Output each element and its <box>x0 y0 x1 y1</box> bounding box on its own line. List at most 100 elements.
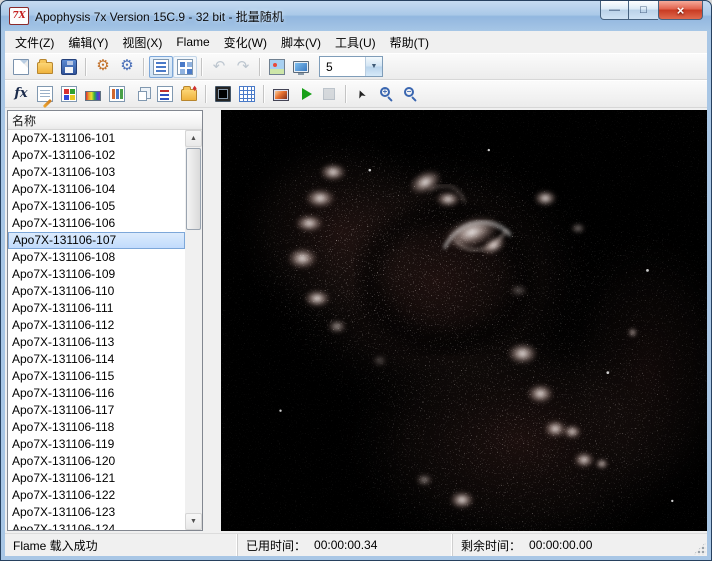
list-view-icon <box>153 59 169 75</box>
open-button[interactable] <box>33 56 57 78</box>
editor-button[interactable] <box>9 83 33 105</box>
window-title: Apophysis 7x Version 15C.9 - 32 bit - 批量… <box>35 8 284 25</box>
menu-flame[interactable]: Flame <box>169 32 216 52</box>
list-item[interactable]: Apo7X-131106-122 <box>8 487 185 504</box>
list-item[interactable]: Apo7X-131106-112 <box>8 317 185 334</box>
duplicate-button[interactable] <box>129 83 153 105</box>
list-item[interactable]: Apo7X-131106-115 <box>8 368 185 385</box>
render-editor-button[interactable] <box>235 83 259 105</box>
menubar: 文件(Z)编辑(Y)视图(X)Flame变化(W)脚本(V)工具(U)帮助(T) <box>5 31 707 53</box>
list-item[interactable]: Apo7X-131106-120 <box>8 453 185 470</box>
minimize-button[interactable]: — <box>600 1 629 20</box>
menu-view[interactable]: 视图(X) <box>115 31 169 54</box>
stop-icon <box>321 86 337 102</box>
palette-icon <box>61 86 77 102</box>
list-item[interactable]: Apo7X-131106-119 <box>8 436 185 453</box>
main-area: 名称 Apo7X-131106-101Apo7X-131106-102Apo7X… <box>5 108 707 533</box>
elapsed-time-label: 已用时间： <box>246 537 306 554</box>
display-button[interactable] <box>289 56 313 78</box>
status-message-panel: Flame 载入成功 <box>5 534 238 556</box>
menu-variation[interactable]: 变化(W) <box>217 31 274 54</box>
undo-button[interactable] <box>207 56 231 78</box>
save-button[interactable] <box>57 56 81 78</box>
run-batch-button[interactable] <box>293 83 317 105</box>
options-button[interactable] <box>115 56 139 78</box>
list-item[interactable]: Apo7X-131106-105 <box>8 198 185 215</box>
thumbnail-view-toggle[interactable] <box>173 56 197 78</box>
undo-icon <box>211 59 227 75</box>
scroll-up-icon[interactable]: ▲ <box>185 130 202 147</box>
flame-list-scrollbar[interactable]: ▲ ▼ <box>185 130 202 530</box>
fractal-render <box>221 110 707 531</box>
menu-help[interactable]: 帮助(T) <box>383 31 436 54</box>
mutation-icon <box>109 86 125 102</box>
list-item[interactable]: Apo7X-131106-111 <box>8 300 185 317</box>
list-item[interactable]: Apo7X-131106-123 <box>8 504 185 521</box>
menu-edit[interactable]: 编辑(Y) <box>61 31 115 54</box>
new-flame-button[interactable] <box>9 56 33 78</box>
adjust-button[interactable] <box>33 83 57 105</box>
list-item[interactable]: Apo7X-131106-108 <box>8 249 185 266</box>
menu-file[interactable]: 文件(Z) <box>8 31 61 54</box>
edit-icon <box>37 86 53 102</box>
titlebar[interactable]: 7X Apophysis 7x Version 15C.9 - 32 bit -… <box>1 1 711 31</box>
list-item[interactable]: Apo7X-131106-116 <box>8 385 185 402</box>
list-item[interactable]: Apo7X-131106-106 <box>8 215 185 232</box>
render-icon <box>273 89 289 101</box>
script-editor-button[interactable] <box>153 83 177 105</box>
close-button[interactable]: × <box>658 1 703 20</box>
list-item[interactable]: Apo7X-131106-113 <box>8 334 185 351</box>
zoom-out-button[interactable] <box>399 83 423 105</box>
chevron-down-icon[interactable]: ▼ <box>365 57 382 76</box>
list-item[interactable]: Apo7X-131106-102 <box>8 147 185 164</box>
list-item[interactable]: Apo7X-131106-121 <box>8 470 185 487</box>
cursor-icon <box>355 86 371 102</box>
list-item[interactable]: Apo7X-131106-117 <box>8 402 185 419</box>
zoom-in-button[interactable] <box>375 83 399 105</box>
list-item-selected[interactable]: Apo7X-131106-107 <box>8 232 185 249</box>
zoom-out-icon <box>403 86 419 102</box>
color-curve-button[interactable] <box>81 83 105 105</box>
list-item[interactable]: Apo7X-131106-118 <box>8 419 185 436</box>
menu-script[interactable]: 脚本(V) <box>274 31 328 54</box>
stop-batch-button[interactable] <box>317 83 341 105</box>
fx-icon <box>13 86 29 102</box>
image-size-button[interactable] <box>265 56 289 78</box>
resize-grip[interactable] <box>693 542 706 555</box>
list-item[interactable]: Apo7X-131106-103 <box>8 164 185 181</box>
toolbar-separator <box>85 58 87 76</box>
flame-list-body: Apo7X-131106-101Apo7X-131106-102Apo7X-13… <box>8 130 202 530</box>
save-icon <box>61 59 77 75</box>
flame-list-items: Apo7X-131106-101Apo7X-131106-102Apo7X-13… <box>8 130 185 530</box>
drag-mode-button[interactable] <box>351 83 375 105</box>
list-item[interactable]: Apo7X-131106-101 <box>8 130 185 147</box>
statusbar: Flame 载入成功 已用时间： 00:00:00.34 剩余时间： 00:00… <box>5 533 707 556</box>
redo-button[interactable] <box>231 56 255 78</box>
play-icon <box>302 88 312 100</box>
list-item[interactable]: Apo7X-131106-109 <box>8 266 185 283</box>
mutation-button[interactable] <box>105 83 129 105</box>
client-area: 文件(Z)编辑(Y)视图(X)Flame变化(W)脚本(V)工具(U)帮助(T)… <box>1 31 711 560</box>
flame-list-panel: 名称 Apo7X-131106-101Apo7X-131106-102Apo7X… <box>7 110 203 531</box>
gear-orange-icon <box>95 59 111 75</box>
preview-panel <box>221 110 707 531</box>
list-item[interactable]: Apo7X-131106-110 <box>8 283 185 300</box>
list-item[interactable]: Apo7X-131106-104 <box>8 181 185 198</box>
gradient-button[interactable] <box>57 83 81 105</box>
preview-quality-dropdown[interactable]: 5 ▼ <box>319 56 383 77</box>
list-view-toggle[interactable] <box>149 56 173 78</box>
app-window: 7X Apophysis 7x Version 15C.9 - 32 bit -… <box>0 0 712 561</box>
fullscreen-button[interactable] <box>211 83 235 105</box>
list-item[interactable]: Apo7X-131106-114 <box>8 351 185 368</box>
image-icon <box>269 59 285 75</box>
render-flame-button[interactable] <box>269 83 293 105</box>
menu-tools[interactable]: 工具(U) <box>328 31 383 54</box>
scroll-down-icon[interactable]: ▼ <box>185 513 202 530</box>
maximize-button[interactable]: □ <box>629 1 658 20</box>
flame-list-header[interactable]: 名称 <box>8 111 202 130</box>
random-batch-button[interactable] <box>91 56 115 78</box>
scrollbar-thumb[interactable] <box>186 148 201 230</box>
fullscreen-icon <box>215 86 231 102</box>
list-item[interactable]: Apo7X-131106-124 <box>8 521 185 530</box>
flame-library-button[interactable] <box>177 83 201 105</box>
